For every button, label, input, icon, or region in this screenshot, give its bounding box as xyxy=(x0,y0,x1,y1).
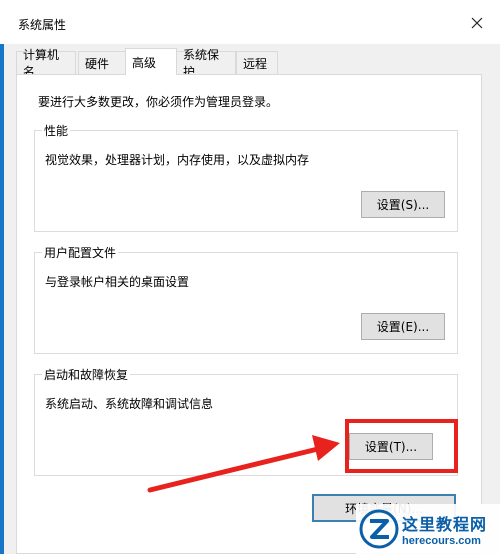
tab-advanced[interactable]: 高级 xyxy=(125,48,177,75)
watermark-name: 这里教程网 xyxy=(402,515,488,534)
system-properties-window: 系统属性 计算机名 硬件 高级 系统保护 远程 要进行大多数更改，你必须作为管理… xyxy=(0,0,500,554)
pointer-arrow xyxy=(147,435,340,493)
site-logo-icon xyxy=(359,509,399,549)
watermark-url: herecours.com xyxy=(402,535,481,547)
tab-label: 高级 xyxy=(132,55,157,70)
site-watermark: 这里教程网 herecours.com xyxy=(356,504,500,554)
